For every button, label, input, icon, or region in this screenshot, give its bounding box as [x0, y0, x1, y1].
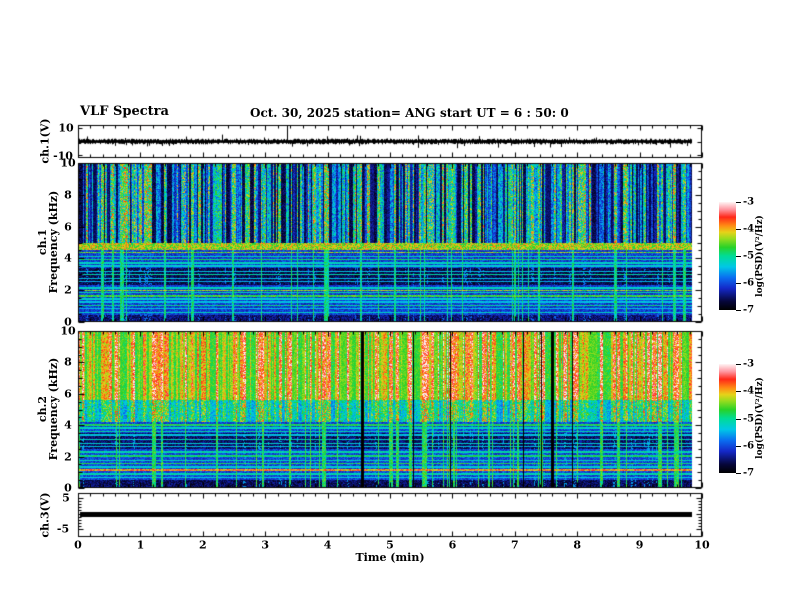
colorbar-ch2: [719, 364, 736, 473]
x-tick-label: 10: [694, 538, 710, 552]
x-tick-label: 9: [635, 538, 644, 552]
x-tick-label: 5: [386, 538, 394, 552]
ch3-tick-label: -5: [56, 522, 70, 536]
freq-tick-label: 10: [60, 324, 76, 338]
freq-tick-label: 2: [64, 450, 72, 464]
colorbar-tick: [736, 256, 741, 257]
x-tick-label: 2: [198, 538, 207, 552]
colorbar-tick-label: -4: [743, 385, 755, 397]
x-tick-label: 1: [136, 538, 145, 552]
freq-tick-label: 4: [64, 251, 72, 265]
ch1-frequency-axis-label: ch.1 Frequency (kHz): [36, 190, 60, 294]
station-label: station= ANG: [344, 106, 436, 120]
page-title: VLF Spectra: [80, 104, 169, 119]
colorbar-tick-label: -3: [743, 196, 755, 208]
colorbar-tick-label: -7: [743, 304, 755, 316]
colorbar-ch2-label: log(PSD)(V²/Hz): [755, 377, 765, 459]
ch3-voltage-axis-label: ch.3(V): [38, 492, 52, 538]
colorbar-tick-label: -6: [743, 277, 755, 289]
colorbar-tick-label: -4: [743, 223, 755, 235]
x-tick-label: 8: [573, 538, 582, 552]
freq-tick-label: 4: [64, 418, 72, 432]
vlf-spectra-figure: VLF Spectra Oct. 30, 2025 station= ANG s…: [0, 0, 792, 612]
x-tick-label: 0: [74, 538, 82, 552]
ch3-tick-label: 5: [62, 491, 70, 505]
colorbar-tick: [736, 229, 741, 230]
freq-tick-label: 2: [64, 283, 72, 297]
colorbar-tick-label: -3: [743, 358, 755, 370]
colorbar-tick: [736, 283, 741, 284]
colorbar-tick: [736, 391, 741, 392]
ch1-voltage-axis-label: ch.1(V): [38, 118, 52, 164]
colorbar-tick: [736, 364, 741, 365]
freq-tick-label: 8: [64, 355, 72, 369]
colorbar-tick-label: -5: [743, 250, 755, 262]
colorbar-tick: [736, 419, 741, 420]
x-tick-label: 6: [448, 538, 457, 552]
ch2-frequency-axis-label: ch.2 Frequency (kHz): [36, 357, 60, 461]
colorbar-tick: [736, 473, 741, 474]
ch1-tick-label: -10: [53, 149, 73, 163]
freq-tick-label: 6: [64, 387, 72, 401]
freq-tick-label: 8: [64, 188, 72, 202]
colorbar-tick-label: -5: [743, 413, 755, 424]
time-axis-label: Time (min): [355, 551, 425, 564]
colorbar-tick: [736, 446, 741, 447]
x-tick-label: 7: [510, 538, 519, 552]
colorbar-ch1-label: log(PSD)(V²/Hz): [755, 215, 765, 297]
colorbar-ch1: [719, 202, 736, 310]
x-tick-label: 3: [261, 538, 270, 552]
date-label: Oct. 30, 2025: [250, 106, 341, 120]
spectra-plot-canvas: [0, 0, 792, 612]
colorbar-tick-label: -7: [743, 467, 755, 479]
freq-tick-label: 6: [64, 220, 72, 234]
ch1-tick-label: 10: [58, 121, 74, 135]
x-tick-label: 4: [323, 538, 332, 552]
colorbar-tick: [736, 310, 741, 311]
colorbar-tick: [736, 202, 741, 203]
colorbar-tick-label: -6: [743, 440, 755, 452]
start-ut-label: start UT = 6 : 50: 0: [440, 106, 569, 120]
